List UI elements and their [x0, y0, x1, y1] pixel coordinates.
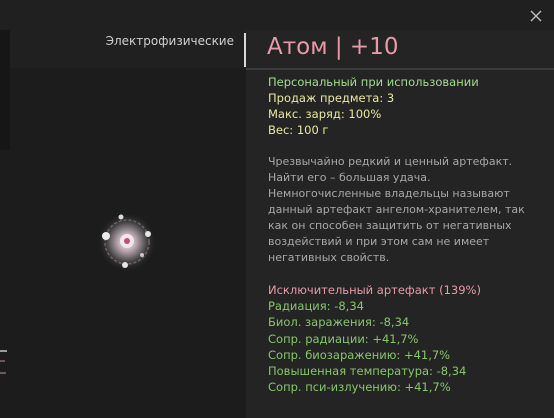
item-inspect-window: Электрофизические Атом | +10 Персональны…	[0, 0, 554, 418]
edge-marks	[0, 344, 12, 384]
close-icon	[530, 10, 542, 22]
rarity-label: Исключительный артефакт (139%)	[268, 283, 481, 297]
item-title: Атом | +10	[267, 34, 399, 60]
close-button[interactable]	[526, 6, 546, 26]
item-description: Чрезвычайно редкий и ценный артефакт. На…	[268, 155, 525, 264]
title-divider	[246, 68, 554, 70]
stat-row: Повышенная температура: -8,34	[268, 364, 467, 379]
stat-row: Радиация: -8,34	[268, 299, 364, 314]
category-label: Электрофизические	[105, 34, 234, 48]
stat-row: Сопр. радиации: +41,7%	[268, 331, 419, 346]
left-edge-strip	[0, 30, 10, 150]
property-weight: Вес: 100 г	[268, 123, 329, 137]
details-header	[246, 0, 554, 30]
stat-row: Биол. заражения: -8,34	[268, 315, 410, 330]
item-properties: Персональный при использовании Продаж пр…	[268, 74, 548, 138]
item-details-panel: Атом | +10 Персональный при использовани…	[246, 0, 554, 418]
stat-row: Сопр. биозаражению: +41,7%	[268, 347, 451, 362]
item-stats: Исключительный артефакт (139%) Радиация:…	[268, 282, 548, 395]
property-personal: Персональный при использовании	[268, 75, 479, 89]
property-max-charge: Макс. заряд: 100%	[268, 107, 382, 121]
stat-row: Сопр. пси-излучению: +41,7%	[268, 380, 451, 395]
property-sales: Продаж предмета: 3	[268, 91, 395, 105]
atom-artifact-icon[interactable]	[95, 210, 159, 274]
item-preview-panel: Электрофизические	[0, 0, 246, 418]
